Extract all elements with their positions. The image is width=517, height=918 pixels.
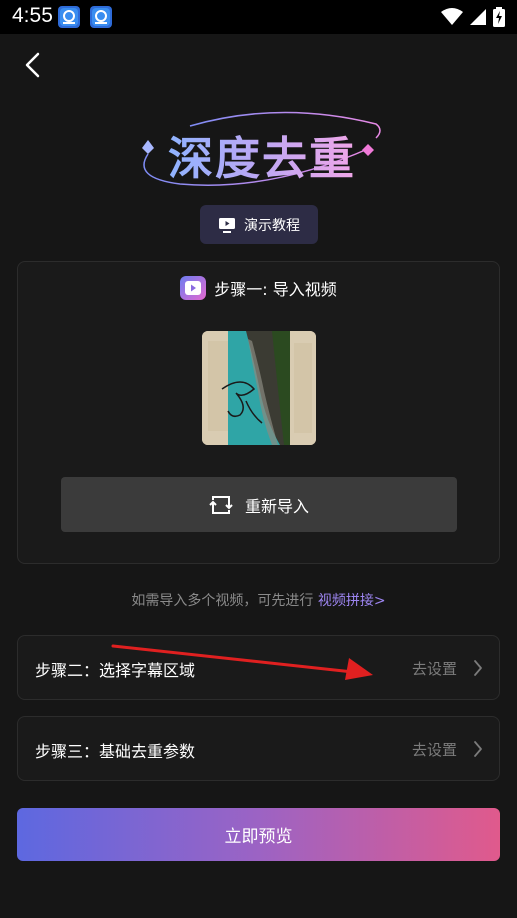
step1-card: 步骤一: 导入视频 重新导入: [17, 261, 500, 564]
step1-label: 步骤一: 导入视频: [214, 280, 337, 299]
notification-app-icon: [90, 6, 112, 28]
reimport-label: 重新导入: [244, 496, 309, 516]
step3-row[interactable]: 步骤三：基础去重参数 去设置: [17, 716, 500, 781]
tutorial-button[interactable]: 演示教程: [200, 205, 318, 244]
status-time: 4:55: [12, 4, 53, 27]
step2-label: 步骤二：选择字幕区域: [35, 661, 196, 680]
back-icon: [25, 52, 40, 78]
page-hero: 深度去重: [130, 108, 390, 200]
signal-icon: [470, 9, 486, 25]
chevron-right-icon: [474, 741, 482, 757]
notification-app-icon: [58, 6, 80, 28]
step1-header: 步骤一: 导入视频: [18, 275, 499, 301]
video-icon: [180, 276, 207, 300]
wifi-icon: [441, 8, 463, 25]
chevron-right-icon: [474, 660, 482, 676]
refresh-icon: [209, 495, 233, 514]
preview-label: 立即预览: [224, 827, 293, 847]
tutorial-label: 演示教程: [244, 217, 300, 234]
video-thumbnail[interactable]: [202, 331, 316, 445]
step3-action: 去设置: [411, 741, 457, 759]
multi-video-hint: 如需导入多个视频，可先进行 视频拼接>: [0, 590, 517, 612]
step2-row[interactable]: 步骤二：选择字幕区域 去设置: [17, 635, 500, 700]
back-button[interactable]: [16, 48, 50, 84]
video-stitch-link[interactable]: 视频拼接>: [318, 593, 386, 609]
step3-label: 步骤三：基础去重参数: [35, 742, 196, 761]
status-bar: 4:55: [0, 0, 517, 34]
step2-action: 去设置: [411, 660, 457, 678]
preview-button[interactable]: 立即预览: [17, 808, 500, 861]
page-title: 深度去重: [168, 122, 356, 187]
battery-icon: [493, 7, 505, 27]
hint-text: 如需导入多个视频，可先进行: [131, 593, 314, 609]
play-screen-icon: [219, 217, 235, 233]
reimport-button[interactable]: 重新导入: [61, 477, 457, 532]
